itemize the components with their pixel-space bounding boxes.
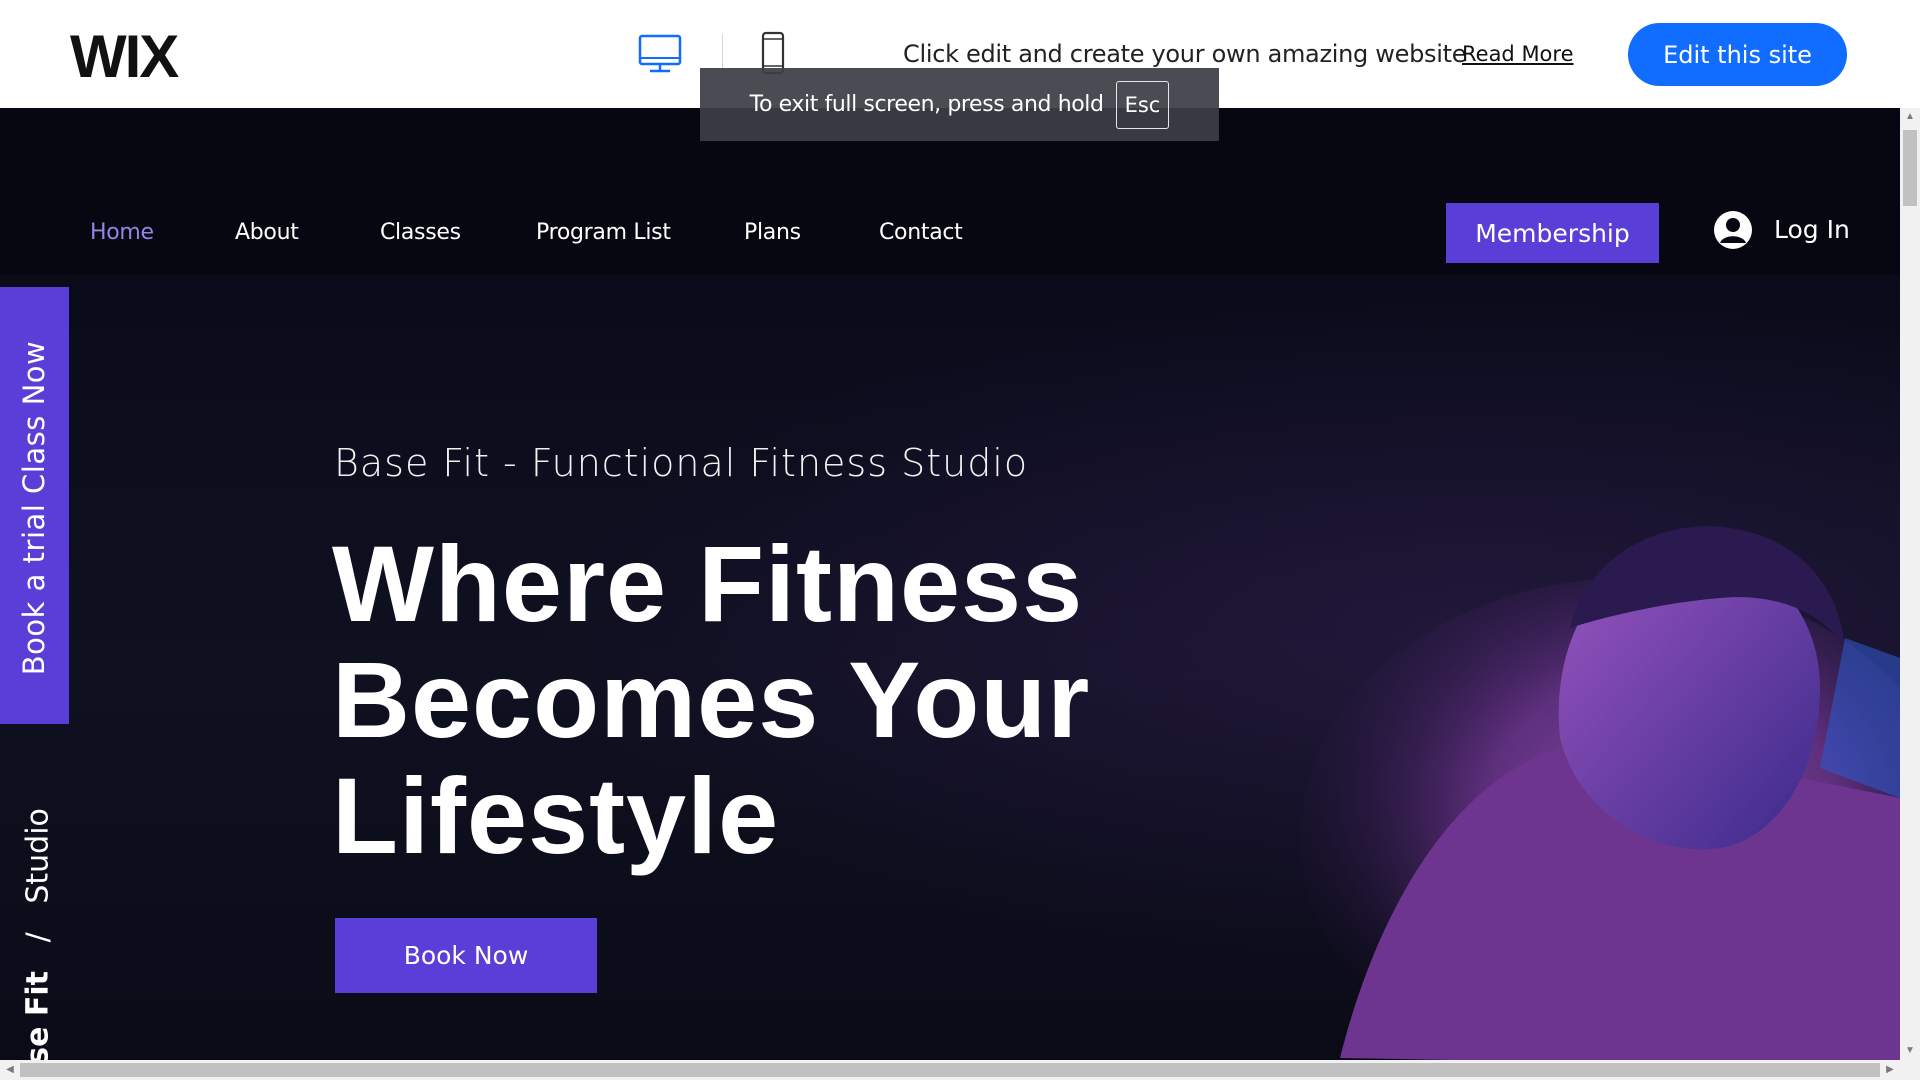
desktop-view-icon[interactable] [636, 30, 686, 78]
scroll-left-arrow-icon[interactable]: ◀ [0, 1060, 20, 1080]
scroll-up-arrow-icon[interactable]: ▲ [1900, 108, 1920, 126]
vertical-scroll-thumb[interactable] [1903, 130, 1917, 206]
nav-home[interactable]: Home [90, 220, 154, 245]
headline-line-3: Lifestyle [332, 755, 780, 876]
nav-contact[interactable]: Contact [879, 220, 963, 245]
fullscreen-exit-notice: To exit full screen, press and hold Esc [700, 68, 1219, 141]
nav-about[interactable]: About [235, 220, 299, 245]
horizontal-scrollbar[interactable]: ◀ ▶ [0, 1060, 1920, 1080]
membership-button[interactable]: Membership [1446, 203, 1659, 263]
scroll-down-arrow-icon[interactable]: ▼ [1900, 1042, 1920, 1060]
site-viewport: Home About Classes Program List Plans Co… [0, 108, 1900, 1060]
book-now-button[interactable]: Book Now [335, 918, 597, 993]
headline-line-1: Where Fitness [332, 523, 1084, 644]
side-brand-sep: / [20, 932, 56, 943]
nav-classes[interactable]: Classes [380, 220, 461, 245]
scroll-right-arrow-icon[interactable]: ▶ [1880, 1060, 1900, 1080]
headline-line-2: Becomes Your [332, 639, 1091, 760]
side-brand-rest: Studio [20, 808, 56, 904]
wix-logo[interactable]: WIX [70, 22, 179, 91]
promo-text: Click edit and create your own amazing w… [903, 40, 1467, 68]
hero-headline: Where Fitness Becomes Your Lifestyle [332, 526, 1232, 874]
edit-site-button[interactable]: Edit this site [1628, 23, 1847, 86]
nav-program-list[interactable]: Program List [536, 220, 671, 245]
esc-key-badge: Esc [1115, 80, 1170, 129]
hero-athlete-image [1300, 418, 1900, 1060]
book-trial-label: Book a trial Class Now [17, 340, 51, 676]
fullscreen-notice-text: To exit full screen, press and hold [749, 92, 1104, 117]
hero-subtitle: Base Fit - Functional Fitness Studio [334, 441, 1029, 485]
book-trial-tab[interactable]: Book a trial Class Now [0, 287, 69, 724]
nav-plans[interactable]: Plans [744, 220, 801, 245]
side-brand-text: Base Fit / Studio [21, 808, 56, 1060]
device-divider [722, 34, 723, 72]
vertical-scrollbar[interactable]: ▲ ▼ [1900, 108, 1920, 1060]
user-avatar-icon[interactable] [1713, 210, 1753, 250]
horizontal-scroll-thumb[interactable] [20, 1063, 1880, 1077]
read-more-link[interactable]: Read More [1462, 42, 1574, 66]
login-link[interactable]: Log In [1774, 215, 1850, 244]
side-brand-bold: Base Fit [20, 971, 56, 1060]
